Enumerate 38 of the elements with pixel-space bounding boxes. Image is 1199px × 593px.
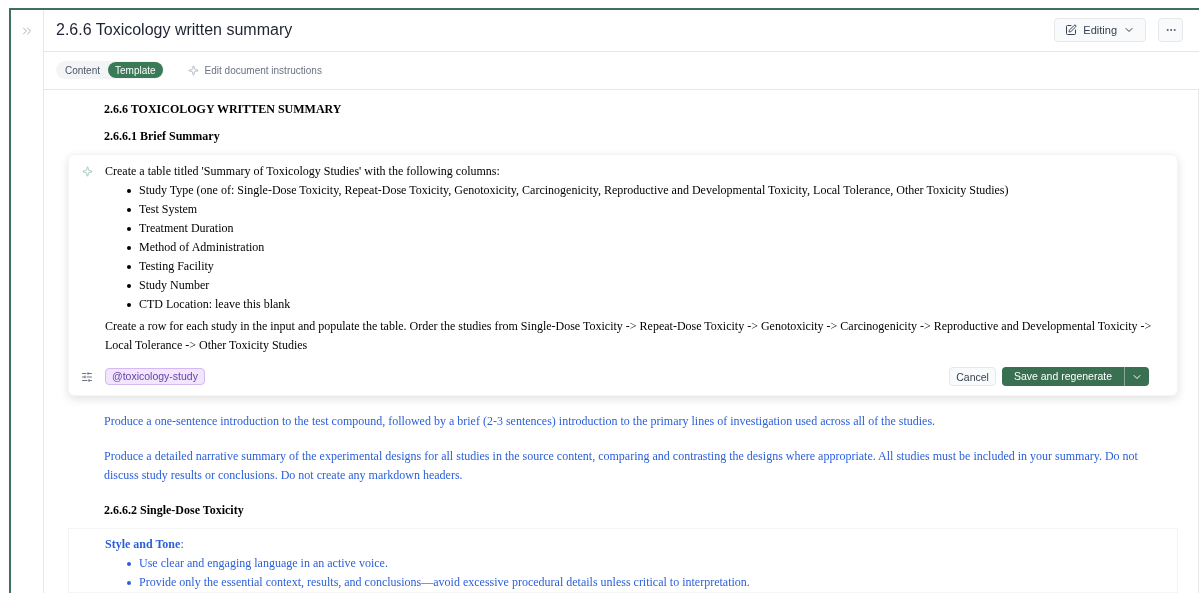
prompt-list-item: Method of Administration xyxy=(139,239,265,256)
bullet-icon xyxy=(127,264,131,269)
prompt-list-item: Testing Facility xyxy=(139,258,214,275)
subsection-heading: 2.6.6.1 Brief Summary xyxy=(103,128,221,145)
instruction-list-item: Provide only the essential context, results, and conclusions—avoid excessive procedural details unless critical to interpretation. xyxy=(139,574,750,591)
bullet-icon xyxy=(127,302,131,307)
bullet-icon xyxy=(127,561,131,566)
settings-icon[interactable] xyxy=(81,370,93,383)
context-tag[interactable]: @toxicology-study xyxy=(105,368,205,385)
view-tab[interactable]: Template xyxy=(108,62,163,79)
section-heading: 2.6.6 TOXICOLOGY WRITTEN SUMMARY xyxy=(103,101,343,118)
prompt-list-item: Test System xyxy=(139,201,198,218)
view-tab[interactable]: Content xyxy=(57,62,109,79)
sparkle-icon xyxy=(81,166,93,177)
edit-instructions-button[interactable]: Edit document instructions xyxy=(187,62,322,78)
sparkle-icon xyxy=(187,64,199,76)
instruction-paragraph: Produce a detailed narrative summary of the experimental designs for all studies in the source content, comparing and contrasting the designs where appropriate. All studies must be included in your summary. Do not discuss study results or conclusions. Do not create any markdown headers. xyxy=(104,448,1139,484)
prompt-list-item: Study Type (one of: Single-Dose Toxicity, Repeat-Dose Toxicity, Genotoxicity, Carcinogenicity, Reproductive and Developmental Toxicity, Local Tolerance, Other Toxicity Studies) xyxy=(139,182,1009,199)
instruction-paragraph: Produce a one-sentence introduction to the test compound, followed by a brief (2-3 sentences) introduction to the primary lines of investigation used across all of the studies. xyxy=(104,413,937,430)
instruction-list-item: Use clear and engaging language in an active voice. xyxy=(139,555,388,572)
bullet-icon xyxy=(127,580,131,585)
prompt-text: Create a row for each study in the input and populate the table. Order the studies from Single-Dose Toxicity -> Repeat-Dose Toxicity -> Genotoxicity -> Carcinogenicity -> Reproductive and Developmental Toxicity -> Local Tolerance -> Other Toxicity Studies xyxy=(105,318,1153,354)
subsection-heading: 2.6.6.2 Single-Dose Toxicity xyxy=(103,502,245,519)
expand-sidebar-icon[interactable] xyxy=(20,24,34,38)
style-title: Style and Tone: xyxy=(105,536,185,553)
prompt-text: Create a table titled 'Summary of Toxicology Studies' with the following columns: xyxy=(105,163,501,180)
bullet-icon xyxy=(127,283,131,288)
bullet-icon xyxy=(127,188,131,193)
edit-icon xyxy=(1065,24,1078,37)
prompt-list-item: Treatment Duration xyxy=(139,220,234,237)
bullet-icon xyxy=(127,207,131,212)
document-title: 2.6.6 Toxicology written summary xyxy=(56,20,293,41)
bullet-icon xyxy=(127,245,131,250)
editing-mode-button[interactable]: Editing xyxy=(1054,18,1146,43)
bullet-icon xyxy=(127,226,131,231)
cancel-button[interactable]: Cancel xyxy=(949,367,996,386)
prompt-list-item: CTD Location: leave this blank xyxy=(139,296,291,313)
prompt-list-item: Study Number xyxy=(139,277,210,294)
